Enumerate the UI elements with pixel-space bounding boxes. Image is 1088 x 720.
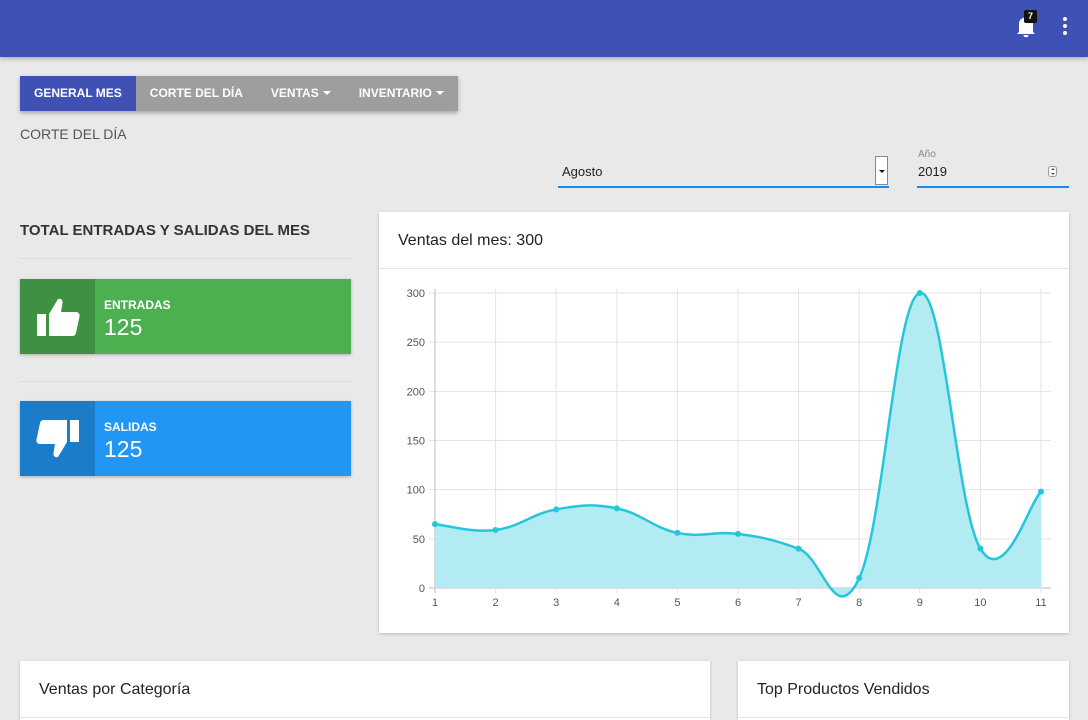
chart-card-title: Ventas del mes: 300 (379, 212, 1069, 269)
data-point (916, 290, 923, 296)
caret-down-icon (322, 91, 331, 95)
x-tick-label: 1 (432, 597, 438, 609)
y-tick-label: 100 (407, 485, 425, 497)
x-tick-label: 3 (553, 597, 559, 609)
data-point (735, 530, 741, 537)
tab-corte-del-dia[interactable]: CORTE DEL DÍA (135, 76, 257, 111)
y-tick-label: 0 (419, 583, 425, 595)
y-tick-label: 50 (413, 534, 425, 546)
data-point (613, 505, 620, 512)
data-point (856, 575, 863, 582)
x-tick-label: 9 (917, 597, 923, 609)
x-tick-label: 7 (796, 597, 802, 609)
x-tick-label: 11 (1035, 597, 1046, 609)
number-spinner-icon[interactable] (1048, 166, 1057, 177)
notification-count-badge: 7 (1024, 10, 1037, 23)
thumbs-up-icon (20, 279, 95, 354)
tab-ventas-dropdown[interactable]: VENTAS (256, 76, 345, 111)
chevron-down-icon[interactable] (875, 156, 888, 185)
month-select-value: Agosto (562, 164, 603, 179)
data-point (432, 521, 438, 528)
more-vert-icon[interactable] (1056, 15, 1074, 37)
top-products-title: Top Productos Vendidos (738, 661, 1069, 718)
salidas-card: SALIDAS 125 (20, 401, 351, 476)
sales-by-category-card: Ventas por Categoría (20, 661, 710, 720)
monthly-sales-chart: 0 50 100 150 200 250 300 1 2 3 4 5 6 7 8 9 10 11 (407, 288, 1051, 609)
divider (20, 381, 351, 382)
top-app-bar: 7 (0, 0, 1088, 57)
x-tick-label: 5 (674, 597, 680, 609)
x-tick-label: 2 (493, 597, 499, 609)
y-tick-label: 200 (407, 386, 425, 398)
divider (20, 258, 351, 259)
data-point (553, 506, 560, 513)
tab-general-mes[interactable]: GENERAL MES (20, 76, 136, 111)
year-number-input[interactable]: 2019 (917, 158, 1069, 188)
data-point (1038, 488, 1044, 495)
totals-heading: TOTAL ENTRADAS Y SALIDAS DEL MES (20, 222, 311, 239)
x-tick-label: 6 (735, 597, 741, 609)
monthly-sales-chart-card: Ventas del mes: 300 0 50 100 150 200 250 300 1 2… (379, 212, 1069, 633)
entradas-label: ENTRADAS (104, 298, 171, 312)
data-point (492, 526, 499, 533)
salidas-value: 125 (104, 436, 143, 462)
month-select[interactable]: Agosto (558, 156, 889, 188)
data-point (795, 545, 802, 552)
tab-inventario-dropdown[interactable]: INVENTARIO (344, 76, 458, 111)
caret-down-icon (435, 91, 444, 95)
x-tick-label: 10 (974, 597, 986, 609)
entradas-value: 125 (104, 314, 143, 340)
thumbs-down-icon (20, 401, 95, 476)
x-tick-label: 4 (614, 597, 620, 609)
entradas-card: ENTRADAS 125 (20, 279, 351, 354)
salidas-label: SALIDAS (104, 420, 157, 434)
top-products-card: Top Productos Vendidos (738, 661, 1069, 720)
notifications-button[interactable]: 7 (1015, 10, 1037, 38)
y-tick-label: 300 (407, 288, 425, 300)
section-label: CORTE DEL DÍA (20, 126, 127, 142)
y-tick-label: 250 (407, 337, 425, 349)
y-tick-label: 150 (407, 436, 425, 448)
main-nav-tabs: GENERAL MES CORTE DEL DÍA VENTAS INVENTA… (20, 76, 458, 111)
x-tick-label: 8 (856, 597, 862, 609)
data-point (977, 545, 984, 552)
data-point (674, 529, 681, 536)
sales-by-category-title: Ventas por Categoría (20, 661, 710, 718)
year-input-value: 2019 (918, 164, 947, 179)
